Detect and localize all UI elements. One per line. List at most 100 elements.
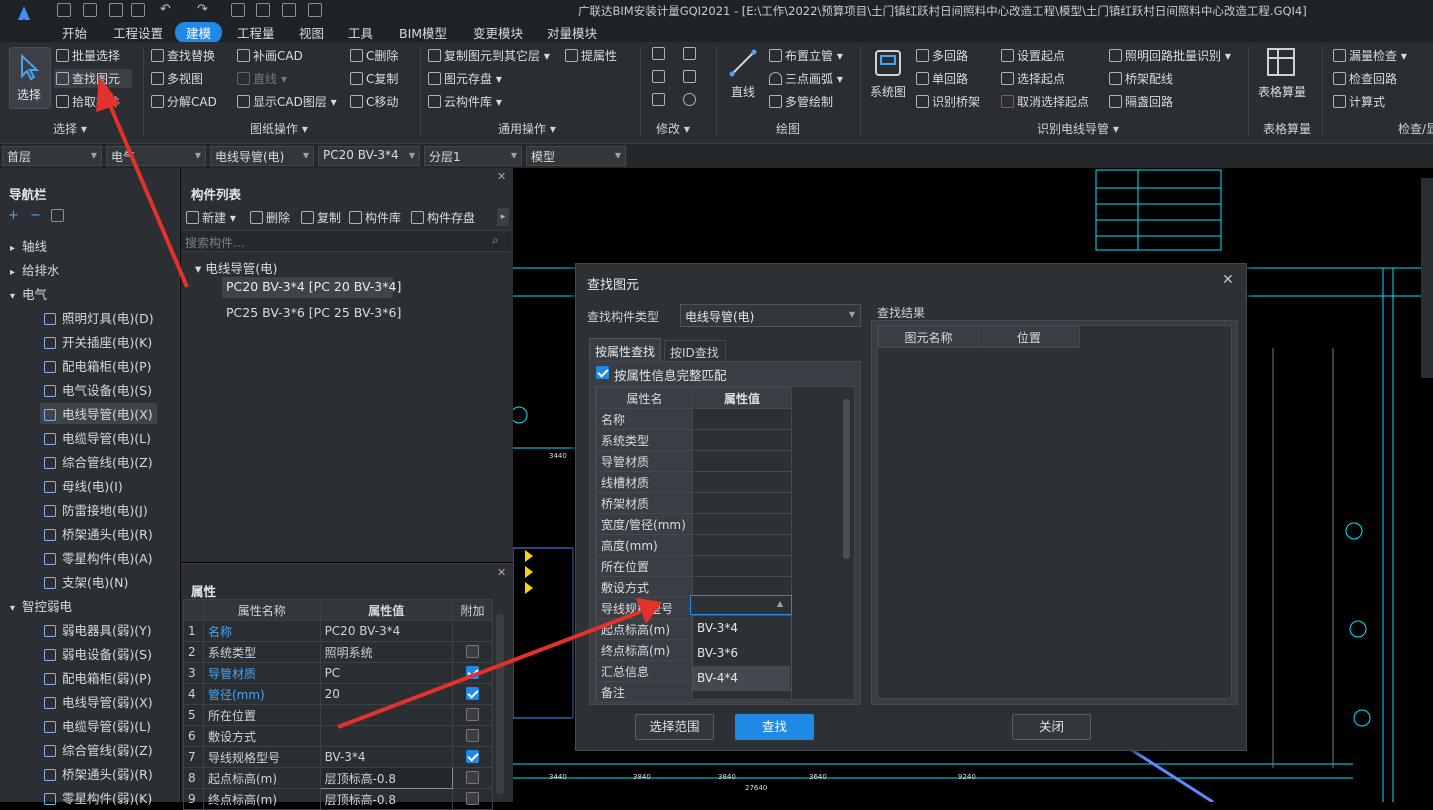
menu-modeling[interactable]: 建模 bbox=[175, 22, 223, 43]
nav-item[interactable]: 支架(电)(N) bbox=[44, 572, 128, 591]
table-row[interactable]: 2 系统类型 照明系统 bbox=[183, 641, 493, 663]
expand-icon[interactable]: ▸ bbox=[10, 267, 15, 278]
extract-property-button[interactable]: 提属性 bbox=[565, 47, 617, 64]
floor-select[interactable]: 首层 ▼ bbox=[2, 146, 102, 166]
nav-item[interactable]: 电线导管(弱)(X) bbox=[44, 692, 153, 711]
nav-item[interactable]: 零星构件(弱)(K) bbox=[44, 788, 152, 807]
edit-icon[interactable] bbox=[51, 209, 64, 222]
option-bv-4x4[interactable]: BV-4*4 bbox=[693, 666, 790, 691]
batch-select-button[interactable]: 批量选择 bbox=[56, 47, 120, 64]
prop-value[interactable]: 照明系统 bbox=[319, 641, 454, 663]
three-point-arc-button[interactable]: 三点画弧 ▾ bbox=[769, 70, 843, 87]
prop-value[interactable]: 层顶标高-0.8 bbox=[319, 788, 454, 810]
multi-view-button[interactable]: 多视图 bbox=[151, 70, 203, 87]
discipline-select[interactable]: 电气 ▼ bbox=[106, 146, 206, 166]
redo-icon[interactable]: ↷ bbox=[197, 2, 208, 17]
prop-row-value[interactable] bbox=[691, 450, 793, 472]
tab-by-id[interactable]: 按ID查找 bbox=[664, 340, 726, 361]
component-item-selected[interactable]: PC20 BV-3*4 [PC 20 BV-3*4] bbox=[222, 277, 401, 298]
c-move-button[interactable]: C移动 bbox=[350, 93, 398, 110]
cancel-start-button[interactable]: 取消选择起点 bbox=[1001, 93, 1089, 110]
set-start-button[interactable]: 设置起点 bbox=[1001, 47, 1065, 64]
formula-button[interactable]: 计算式 bbox=[1333, 93, 1385, 110]
nav-item[interactable]: 综合管线(弱)(Z) bbox=[44, 740, 153, 759]
nav-item[interactable]: ▾ 电气 bbox=[10, 284, 47, 303]
prop-row[interactable]: 宽度/管径(mm) bbox=[596, 513, 793, 535]
save-disk-icon[interactable] bbox=[131, 3, 145, 17]
prop-row-value[interactable] bbox=[691, 534, 793, 556]
collapse-all-icon[interactable]: − bbox=[30, 208, 41, 223]
menu-project-settings[interactable]: 工程设置 bbox=[113, 23, 163, 42]
table-row[interactable]: 3 导管材质 PC bbox=[183, 662, 493, 684]
type-select[interactable]: 电线导管(电) ▼ bbox=[680, 304, 861, 327]
nav-item[interactable]: 电气设备(电)(S) bbox=[44, 380, 152, 399]
prop-value[interactable] bbox=[319, 725, 454, 747]
nav-item[interactable]: 综合管线(电)(Z) bbox=[44, 452, 153, 471]
menu-view[interactable]: 视图 bbox=[299, 23, 324, 42]
nav-item[interactable]: 照明灯具(电)(D) bbox=[44, 308, 154, 327]
copy-to-layer-button[interactable]: 复制图元到其它层 ▾ bbox=[428, 47, 550, 64]
menu-quantity[interactable]: 工程量 bbox=[237, 23, 275, 42]
component-select[interactable]: PC20 BV-3*4 ▼ bbox=[318, 146, 420, 166]
sublayer-select[interactable]: 分层1 ▼ bbox=[424, 146, 522, 166]
menu-start[interactable]: 开始 bbox=[62, 23, 87, 42]
explode-cad-button[interactable]: 分解CAD bbox=[151, 93, 217, 110]
multi-circuit-button[interactable]: 多回路 bbox=[916, 47, 968, 64]
layer-icon[interactable] bbox=[308, 3, 322, 17]
component-library-button[interactable]: 构件库 bbox=[349, 209, 401, 226]
prop-value[interactable]: PC bbox=[319, 662, 454, 684]
cloud-library-button[interactable]: 云构件库 ▾ bbox=[428, 93, 502, 110]
prop-row-value[interactable] bbox=[691, 471, 793, 493]
model-select[interactable]: 模型 ▼ bbox=[526, 146, 626, 166]
multi-pipe-button[interactable]: 多管绘制 bbox=[769, 93, 833, 110]
pick-component-button[interactable]: 拾取构件 bbox=[56, 93, 120, 110]
prop-scrollbar[interactable] bbox=[843, 399, 850, 559]
prop-row[interactable]: 导管材质 bbox=[596, 450, 793, 472]
nav-item[interactable]: 零星构件(电)(A) bbox=[44, 548, 153, 567]
select-button[interactable]: 选择 bbox=[9, 47, 51, 109]
tree-root[interactable]: ▾ 电线导管(电) bbox=[195, 258, 278, 277]
modify-flip-icon[interactable] bbox=[683, 70, 699, 84]
prop-row-value[interactable] bbox=[691, 408, 793, 430]
skip-circuit-button[interactable]: 隔盏回路 bbox=[1109, 93, 1173, 110]
more-icon[interactable]: ▸ bbox=[497, 208, 509, 226]
search-icon[interactable]: ⌕ bbox=[492, 233, 499, 248]
table-row[interactable]: 8 起点标高(m) 层顶标高-0.8 bbox=[183, 767, 493, 789]
table-row[interactable]: 5 所在位置 bbox=[183, 704, 493, 726]
tab-by-property[interactable]: 按属性查找 bbox=[589, 338, 661, 361]
prop-row[interactable]: 名称 bbox=[596, 408, 793, 430]
component-search[interactable]: 搜索构件... ⌕ bbox=[181, 230, 511, 252]
close-icon[interactable]: ✕ bbox=[497, 170, 506, 183]
nav-item[interactable]: 配电箱柜(电)(P) bbox=[44, 356, 152, 375]
system-diagram-button[interactable]: 系统图 bbox=[870, 83, 906, 100]
prop-value[interactable] bbox=[319, 704, 454, 726]
check-circuit-button[interactable]: 检查回路 bbox=[1333, 70, 1397, 87]
table-row[interactable]: 4 管径(mm) 20 bbox=[183, 683, 493, 705]
save-icon[interactable] bbox=[57, 3, 71, 17]
prop-row[interactable]: 所在位置 bbox=[596, 555, 793, 577]
menu-reconcile[interactable]: 对量模块 bbox=[547, 23, 597, 42]
nav-item[interactable]: 弱电设备(弱)(S) bbox=[44, 644, 152, 663]
prop-value[interactable]: 20 bbox=[319, 683, 454, 705]
extra-checkbox[interactable] bbox=[466, 687, 480, 700]
option-bv-3x4[interactable]: BV-3*4 bbox=[693, 616, 790, 641]
prop-row[interactable]: 系统类型 bbox=[596, 429, 793, 451]
table-row[interactable]: 1 名称 PC20 BV-3*4 bbox=[183, 620, 493, 642]
prop-row[interactable]: 线槽材质 bbox=[596, 471, 793, 493]
component-save-button[interactable]: 构件存盘 bbox=[411, 209, 475, 226]
nav-item[interactable]: 电线导管(电)(X) bbox=[40, 403, 157, 424]
prop-row-value[interactable] bbox=[691, 555, 793, 577]
option-bv-3x6[interactable]: BV-3*6 bbox=[693, 641, 790, 666]
nav-item[interactable]: 开关插座(电)(K) bbox=[44, 332, 152, 351]
nav-item[interactable]: 防雷接地(电)(J) bbox=[44, 500, 148, 519]
open-folder-icon[interactable] bbox=[109, 3, 123, 17]
new-component-button[interactable]: 新建 ▾ bbox=[186, 209, 236, 226]
prop-row[interactable]: 桥架材质 bbox=[596, 492, 793, 514]
find-replace-button[interactable]: 查找替换 bbox=[151, 47, 215, 64]
delete-component-button[interactable]: 删除 bbox=[250, 209, 290, 226]
place-riser-button[interactable]: 布置立管 ▾ bbox=[769, 47, 843, 64]
copy-component-button[interactable]: 复制 bbox=[301, 209, 341, 226]
line-button[interactable]: 直线 ▾ bbox=[237, 70, 287, 87]
expand-icon[interactable]: ▾ bbox=[10, 291, 15, 302]
extra-checkbox[interactable] bbox=[466, 771, 480, 784]
